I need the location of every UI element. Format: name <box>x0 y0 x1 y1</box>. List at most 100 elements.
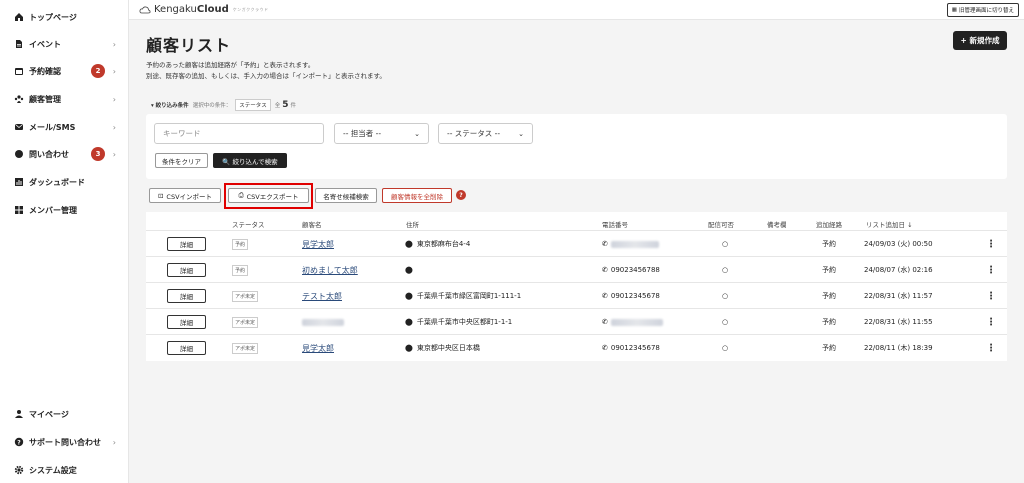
column-header-added[interactable]: リスト追加日 ↓ <box>866 219 913 229</box>
sidebar-item-reservation[interactable]: 予約確認 2 › <box>14 64 116 78</box>
table-row: 詳細 アポ未定 テスト太郎 ⬤ 千葉県千葉市緑区富岡町1-111-1 ✆ 09012… <box>146 282 1007 308</box>
more-options-icon[interactable]: ⋮ <box>986 283 996 309</box>
customer-name-link[interactable]: 見学太郎 <box>302 343 334 354</box>
column-header-note[interactable]: 備考欄 <box>767 219 787 229</box>
sidebar-item-label: イベント <box>29 39 61 49</box>
chevron-right-icon: › <box>112 66 116 76</box>
sidebar-item-mypage[interactable]: マイページ <box>14 407 116 421</box>
new-customer-button[interactable]: + 新規作成 <box>953 31 1007 50</box>
detail-button[interactable]: 詳細 <box>167 341 206 355</box>
highlight-box <box>224 183 313 209</box>
more-options-icon[interactable]: ⋮ <box>986 309 996 335</box>
sidebar-item-members[interactable]: メンバー管理 <box>14 203 116 217</box>
switch-icon: ▦ <box>951 7 957 13</box>
route-text: 予約 <box>822 240 836 248</box>
detail-button[interactable]: 詳細 <box>167 315 206 329</box>
delivery-status: ○ <box>722 266 729 274</box>
table-row: 詳細 予約 見学太郎 ⬤ 東京都麻布台4-4 ✆ ○ 予約 24/09/03 (火… <box>146 230 1007 256</box>
detail-button[interactable]: 詳細 <box>167 237 206 251</box>
phone-icon: ✆ <box>602 318 608 326</box>
customer-name-link[interactable]: 見学太郎 <box>302 239 334 250</box>
filter-chip: ステータス <box>235 99 271 111</box>
sidebar-item-customers[interactable]: 顧客管理 › <box>14 92 116 106</box>
column-header-status[interactable]: ステータス <box>232 219 265 229</box>
sidebar-item-mail[interactable]: メール/SMS › <box>14 120 116 134</box>
table-row: 詳細 アポ未定 見学太郎 ⬤ 東京都中央区日本橋 ✆ 09012345678 ○ 予… <box>146 334 1007 360</box>
added-date: 22/08/11 (木) 18:39 <box>864 344 933 352</box>
more-options-icon[interactable]: ⋮ <box>986 231 996 257</box>
filter-toggle[interactable]: ▾ 絞り込み条件 <box>151 101 189 109</box>
sidebar-item-label: 顧客管理 <box>29 94 61 104</box>
switch-legacy-button[interactable]: ▦ 旧管理画面に切り替え <box>946 3 1019 17</box>
phone-text: 09012345678 <box>610 344 660 352</box>
chart-icon <box>14 177 24 187</box>
sidebar-item-support[interactable]: ? サポート問い合わせ › <box>14 435 116 449</box>
customer-name-link[interactable]: 初めまして太郎 <box>302 265 358 276</box>
mail-icon <box>14 122 24 132</box>
clear-filter-button[interactable]: 条件をクリア <box>155 153 208 168</box>
detail-button[interactable]: 詳細 <box>167 289 206 303</box>
chevron-right-icon: › <box>112 437 116 447</box>
status-badge: アポ未定 <box>232 317 259 328</box>
page-title: 顧客リスト <box>146 36 232 55</box>
status-badge: アポ未定 <box>232 343 259 354</box>
sidebar-item-label: ダッシュボード <box>29 177 85 187</box>
redacted-name[interactable] <box>302 318 344 326</box>
customer-name-link[interactable]: テスト太郎 <box>302 291 342 302</box>
address-text: 東京都麻布台4-4 <box>416 240 471 248</box>
sidebar-item-label: 予約確認 <box>29 66 61 76</box>
delivery-status: ○ <box>722 318 729 326</box>
sidebar-item-label: システム設定 <box>29 465 77 475</box>
phone-text: 09012345678 <box>610 292 660 300</box>
delivery-status: ○ <box>722 344 729 352</box>
column-header-address[interactable]: 住所 <box>406 219 419 229</box>
sidebar-item-dashboard[interactable]: ダッシュボード <box>14 175 116 189</box>
column-header-delivery[interactable]: 配信可否 <box>708 219 734 229</box>
more-options-icon[interactable]: ⋮ <box>986 335 996 361</box>
delete-all-button[interactable]: 顧客情報を全削除 <box>382 188 452 203</box>
column-header-phone[interactable]: 電話番号 <box>602 219 628 229</box>
csv-import-button[interactable]: ⊡ CSVインポート <box>149 188 221 203</box>
sidebar-item-event[interactable]: イベント › <box>14 37 116 51</box>
staff-select[interactable]: -- 担当者 -- ⌄ <box>334 123 429 144</box>
chevron-right-icon: › <box>112 39 116 49</box>
help-icon: ? <box>14 437 24 447</box>
sidebar-item-top[interactable]: トップページ <box>14 10 116 24</box>
document-icon <box>14 39 24 49</box>
status-badge: 予約 <box>232 239 249 250</box>
keyword-input[interactable]: キーワード <box>154 123 324 144</box>
help-icon[interactable]: ? <box>456 190 466 200</box>
sidebar-item-label: メンバー管理 <box>29 205 77 215</box>
users-icon <box>14 94 24 104</box>
sidebar: トップページ イベント › 予約確認 2 › 顧客管理 › メール/SMS › … <box>0 0 129 483</box>
column-header-route[interactable]: 追加経路 <box>816 219 842 229</box>
sidebar-item-label: メール/SMS <box>29 122 76 132</box>
location-pin-icon: ⬤ <box>405 266 413 274</box>
column-header-name[interactable]: 顧客名 <box>302 219 322 229</box>
app-logo: Kengaku Cloud ケンガククラウド <box>139 4 269 15</box>
address-text: 東京都中央区日本橋 <box>416 344 480 352</box>
sidebar-item-label: サポート問い合わせ <box>29 437 101 447</box>
sidebar-item-inquiry[interactable]: 問い合わせ 3 › <box>14 147 116 161</box>
svg-text:?: ? <box>17 439 21 446</box>
detail-button[interactable]: 詳細 <box>167 263 206 277</box>
phone-icon: ✆ <box>602 266 608 274</box>
cloud-icon <box>139 6 151 14</box>
more-options-icon[interactable]: ⋮ <box>986 257 996 283</box>
status-badge: アポ未定 <box>232 291 259 302</box>
phone-icon: ✆ <box>602 292 608 300</box>
sidebar-item-label: マイページ <box>29 409 69 419</box>
phone-icon: ✆ <box>602 344 608 352</box>
location-pin-icon: ⬤ <box>405 344 413 352</box>
sidebar-item-settings[interactable]: システム設定 <box>14 463 116 477</box>
route-text: 予約 <box>822 318 836 326</box>
chevron-right-icon: › <box>112 149 116 159</box>
filter-summary: ▾ 絞り込み条件 選択中の条件： ステータス 全 5 件 <box>151 99 297 111</box>
search-button[interactable]: 🔍 絞り込んで検索 <box>213 153 287 168</box>
status-select[interactable]: -- ステータス -- ⌄ <box>438 123 533 144</box>
added-date: 24/09/03 (火) 00:50 <box>864 240 933 248</box>
redacted-phone <box>610 240 659 248</box>
delivery-status: ○ <box>722 240 729 248</box>
name-merge-search-button[interactable]: 名寄せ候補検索 <box>315 188 377 203</box>
redacted-phone <box>610 318 663 326</box>
